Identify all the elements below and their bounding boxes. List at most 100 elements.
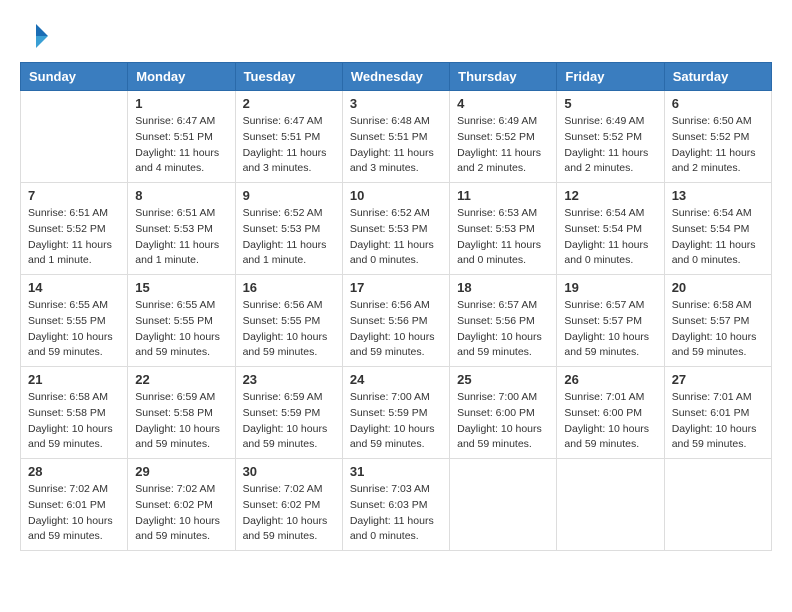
calendar-cell: 5 Sunrise: 6:49 AMSunset: 5:52 PMDaylight… <box>557 91 664 183</box>
calendar-cell: 20Sunrise: 6:58 AMSunset: 5:57 PMDayligh… <box>664 275 771 367</box>
calendar-cell: 7 Sunrise: 6:51 AMSunset: 5:52 PMDaylight… <box>21 183 128 275</box>
day-info: Sunrise: 6:56 AMSunset: 5:55 PMDaylight:… <box>243 298 335 361</box>
week-row-2: 7 Sunrise: 6:51 AMSunset: 5:52 PMDaylight… <box>21 183 772 275</box>
day-info: Sunrise: 6:51 AMSunset: 5:52 PMDaylight:… <box>28 206 120 269</box>
day-number: 22 <box>135 372 227 387</box>
day-number: 6 <box>672 96 764 111</box>
day-number: 14 <box>28 280 120 295</box>
header-wednesday: Wednesday <box>342 63 449 91</box>
calendar-cell: 9 Sunrise: 6:52 AMSunset: 5:53 PMDaylight… <box>235 183 342 275</box>
header <box>20 20 772 52</box>
calendar-cell: 10 Sunrise: 6:52 AMSunset: 5:53 PMDayligh… <box>342 183 449 275</box>
week-row-1: 1 Sunrise: 6:47 AMSunset: 5:51 PMDaylight… <box>21 91 772 183</box>
header-monday: Monday <box>128 63 235 91</box>
calendar-cell: 16 Sunrise: 6:56 AMSunset: 5:55 PMDayligh… <box>235 275 342 367</box>
day-number: 2 <box>243 96 335 111</box>
day-info: Sunrise: 6:54 AMSunset: 5:54 PMDaylight:… <box>672 206 764 269</box>
day-number: 9 <box>243 188 335 203</box>
header-row: Sunday Monday Tuesday Wednesday Thursday… <box>21 63 772 91</box>
day-info: Sunrise: 6:58 AMSunset: 5:57 PMDaylight:… <box>672 298 764 361</box>
calendar-cell: 12 Sunrise: 6:54 AMSunset: 5:54 PMDayligh… <box>557 183 664 275</box>
calendar-cell: 19 Sunrise: 6:57 AMSunset: 5:57 PMDayligh… <box>557 275 664 367</box>
logo <box>20 20 58 52</box>
day-number: 24 <box>350 372 442 387</box>
day-info: Sunrise: 7:01 AMSunset: 6:01 PMDaylight:… <box>672 390 764 453</box>
day-info: Sunrise: 6:59 AMSunset: 5:59 PMDaylight:… <box>243 390 335 453</box>
day-number: 31 <box>350 464 442 479</box>
day-number: 28 <box>28 464 120 479</box>
day-info: Sunrise: 6:57 AMSunset: 5:57 PMDaylight:… <box>564 298 656 361</box>
day-info: Sunrise: 7:00 AMSunset: 5:59 PMDaylight:… <box>350 390 442 453</box>
day-number: 12 <box>564 188 656 203</box>
day-number: 17 <box>350 280 442 295</box>
day-info: Sunrise: 6:57 AMSunset: 5:56 PMDaylight:… <box>457 298 549 361</box>
calendar-body: 1 Sunrise: 6:47 AMSunset: 5:51 PMDaylight… <box>21 91 772 551</box>
day-number: 4 <box>457 96 549 111</box>
day-info: Sunrise: 6:58 AMSunset: 5:58 PMDaylight:… <box>28 390 120 453</box>
calendar-cell: 28 Sunrise: 7:02 AMSunset: 6:01 PMDayligh… <box>21 459 128 551</box>
calendar-cell: 14 Sunrise: 6:55 AMSunset: 5:55 PMDayligh… <box>21 275 128 367</box>
calendar-header: Sunday Monday Tuesday Wednesday Thursday… <box>21 63 772 91</box>
calendar-cell: 21 Sunrise: 6:58 AMSunset: 5:58 PMDayligh… <box>21 367 128 459</box>
calendar-cell: 2 Sunrise: 6:47 AMSunset: 5:51 PMDaylight… <box>235 91 342 183</box>
calendar-cell: 6 Sunrise: 6:50 AMSunset: 5:52 PMDaylight… <box>664 91 771 183</box>
calendar-cell: 26 Sunrise: 7:01 AMSunset: 6:00 PMDayligh… <box>557 367 664 459</box>
calendar-cell: 23 Sunrise: 6:59 AMSunset: 5:59 PMDayligh… <box>235 367 342 459</box>
calendar-cell <box>21 91 128 183</box>
day-info: Sunrise: 6:59 AMSunset: 5:58 PMDaylight:… <box>135 390 227 453</box>
day-number: 29 <box>135 464 227 479</box>
day-number: 30 <box>243 464 335 479</box>
calendar-cell: 1 Sunrise: 6:47 AMSunset: 5:51 PMDaylight… <box>128 91 235 183</box>
day-info: Sunrise: 7:00 AMSunset: 6:00 PMDaylight:… <box>457 390 549 453</box>
week-row-4: 21 Sunrise: 6:58 AMSunset: 5:58 PMDayligh… <box>21 367 772 459</box>
logo-icon <box>20 20 52 52</box>
calendar-cell: 25 Sunrise: 7:00 AMSunset: 6:00 PMDayligh… <box>450 367 557 459</box>
day-number: 16 <box>243 280 335 295</box>
day-number: 7 <box>28 188 120 203</box>
day-info: Sunrise: 6:49 AMSunset: 5:52 PMDaylight:… <box>564 114 656 177</box>
calendar-cell <box>664 459 771 551</box>
day-number: 26 <box>564 372 656 387</box>
header-friday: Friday <box>557 63 664 91</box>
calendar-cell <box>557 459 664 551</box>
day-info: Sunrise: 6:52 AMSunset: 5:53 PMDaylight:… <box>350 206 442 269</box>
day-info: Sunrise: 6:53 AMSunset: 5:53 PMDaylight:… <box>457 206 549 269</box>
day-number: 21 <box>28 372 120 387</box>
day-info: Sunrise: 6:51 AMSunset: 5:53 PMDaylight:… <box>135 206 227 269</box>
day-number: 27 <box>672 372 764 387</box>
day-info: Sunrise: 6:55 AMSunset: 5:55 PMDaylight:… <box>28 298 120 361</box>
calendar-cell: 15Sunrise: 6:55 AMSunset: 5:55 PMDayligh… <box>128 275 235 367</box>
day-info: Sunrise: 6:50 AMSunset: 5:52 PMDaylight:… <box>672 114 764 177</box>
day-number: 19 <box>564 280 656 295</box>
day-number: 3 <box>350 96 442 111</box>
day-number: 5 <box>564 96 656 111</box>
day-number: 1 <box>135 96 227 111</box>
calendar-cell: 8 Sunrise: 6:51 AMSunset: 5:53 PMDaylight… <box>128 183 235 275</box>
calendar-cell: 27 Sunrise: 7:01 AMSunset: 6:01 PMDayligh… <box>664 367 771 459</box>
day-info: Sunrise: 7:01 AMSunset: 6:00 PMDaylight:… <box>564 390 656 453</box>
day-info: Sunrise: 6:55 AMSunset: 5:55 PMDaylight:… <box>135 298 227 361</box>
day-info: Sunrise: 6:47 AMSunset: 5:51 PMDaylight:… <box>243 114 335 177</box>
day-info: Sunrise: 6:48 AMSunset: 5:51 PMDaylight:… <box>350 114 442 177</box>
day-info: Sunrise: 7:03 AMSunset: 6:03 PMDaylight:… <box>350 482 442 545</box>
calendar-cell: 22 Sunrise: 6:59 AMSunset: 5:58 PMDayligh… <box>128 367 235 459</box>
day-info: Sunrise: 7:02 AMSunset: 6:02 PMDaylight:… <box>135 482 227 545</box>
day-number: 18 <box>457 280 549 295</box>
day-info: Sunrise: 6:52 AMSunset: 5:53 PMDaylight:… <box>243 206 335 269</box>
calendar-cell: 30 Sunrise: 7:02 AMSunset: 6:02 PMDayligh… <box>235 459 342 551</box>
calendar-cell: 13 Sunrise: 6:54 AMSunset: 5:54 PMDayligh… <box>664 183 771 275</box>
day-info: Sunrise: 6:56 AMSunset: 5:56 PMDaylight:… <box>350 298 442 361</box>
day-number: 13 <box>672 188 764 203</box>
day-info: Sunrise: 7:02 AMSunset: 6:02 PMDaylight:… <box>243 482 335 545</box>
day-info: Sunrise: 6:47 AMSunset: 5:51 PMDaylight:… <box>135 114 227 177</box>
day-number: 10 <box>350 188 442 203</box>
day-number: 25 <box>457 372 549 387</box>
day-info: Sunrise: 6:54 AMSunset: 5:54 PMDaylight:… <box>564 206 656 269</box>
calendar-cell: 11Sunrise: 6:53 AMSunset: 5:53 PMDayligh… <box>450 183 557 275</box>
calendar-cell: 17 Sunrise: 6:56 AMSunset: 5:56 PMDayligh… <box>342 275 449 367</box>
header-tuesday: Tuesday <box>235 63 342 91</box>
day-number: 23 <box>243 372 335 387</box>
day-number: 8 <box>135 188 227 203</box>
day-info: Sunrise: 7:02 AMSunset: 6:01 PMDaylight:… <box>28 482 120 545</box>
calendar-cell: 3 Sunrise: 6:48 AMSunset: 5:51 PMDaylight… <box>342 91 449 183</box>
